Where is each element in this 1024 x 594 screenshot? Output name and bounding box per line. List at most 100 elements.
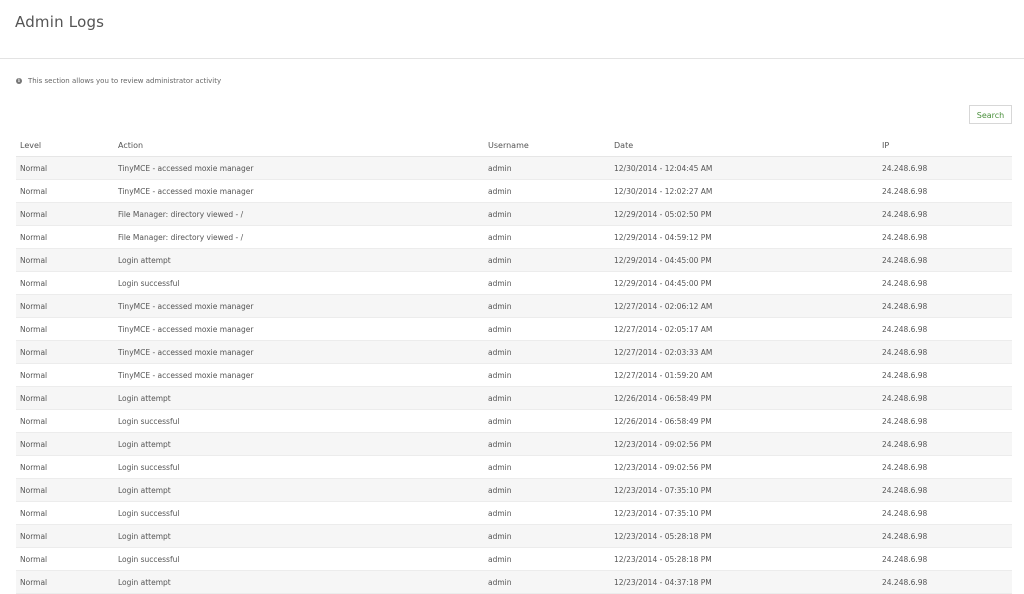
search-button[interactable]: Search (969, 105, 1012, 124)
cell-action: Login attempt (114, 386, 484, 410)
cell-date: 12/27/2014 - 01:59:20 AM (610, 363, 878, 387)
cell-action: TinyMCE - accessed moxie manager (114, 294, 484, 318)
cell-ip: 24.248.6.98 (878, 248, 1012, 272)
cell-ip: 24.248.6.98 (878, 386, 1012, 410)
cell-level: Normal (16, 202, 114, 226)
cell-date: 12/26/2014 - 06:58:49 PM (610, 409, 878, 433)
cell-date: 12/27/2014 - 02:03:33 AM (610, 340, 878, 364)
cell-action: TinyMCE - accessed moxie manager (114, 340, 484, 364)
table-row: Normal Login successful admin 12/23/2014 - … (16, 501, 1012, 525)
cell-username: admin (484, 386, 610, 410)
cell-ip: 24.248.6.98 (878, 202, 1012, 226)
cell-date: 12/23/2014 - 09:02:56 PM (610, 455, 878, 479)
cell-date: 12/27/2014 - 02:06:12 AM (610, 294, 878, 318)
table-row: Normal Login attempt admin 12/23/2014 - 07:… (16, 478, 1012, 502)
cell-username: admin (484, 547, 610, 571)
cell-username: admin (484, 225, 610, 249)
cell-action: Login attempt (114, 524, 484, 548)
info-notice: i This section allows you to review admi… (16, 77, 221, 85)
cell-level: Normal (16, 432, 114, 456)
cell-date: 12/30/2014 - 12:02:27 AM (610, 179, 878, 203)
cell-date: 12/23/2014 - 07:35:10 PM (610, 501, 878, 525)
table-row: Normal Login attempt admin 12/29/2014 - 04:… (16, 248, 1012, 272)
cell-action: TinyMCE - accessed moxie manager (114, 317, 484, 341)
cell-action: File Manager: directory viewed - / (114, 225, 484, 249)
cell-date: 12/30/2014 - 12:04:45 AM (610, 156, 878, 180)
cell-date: 12/26/2014 - 06:58:49 PM (610, 386, 878, 410)
cell-date: 12/23/2014 - 05:28:18 PM (610, 547, 878, 571)
cell-ip: 24.248.6.98 (878, 409, 1012, 433)
cell-ip: 24.248.6.98 (878, 570, 1012, 594)
cell-action: Login successful (114, 547, 484, 571)
cell-level: Normal (16, 340, 114, 364)
cell-username: admin (484, 478, 610, 502)
cell-ip: 24.248.6.98 (878, 547, 1012, 571)
table-row: Normal Login successful admin 12/23/2014 - … (16, 455, 1012, 479)
info-icon: i (16, 78, 22, 84)
table-row: Normal TinyMCE - accessed moxie manager ad… (16, 363, 1012, 387)
cell-username: admin (484, 455, 610, 479)
table-row: Normal Login attempt admin 12/23/2014 - 09:… (16, 432, 1012, 456)
column-header-level[interactable]: Level (16, 134, 114, 157)
cell-ip: 24.248.6.98 (878, 271, 1012, 295)
column-header-action[interactable]: Action (114, 134, 484, 157)
page-header: Admin Logs (0, 0, 1024, 59)
cell-date: 12/29/2014 - 04:45:00 PM (610, 271, 878, 295)
column-header-username[interactable]: Username (484, 134, 610, 157)
cell-level: Normal (16, 524, 114, 548)
cell-username: admin (484, 363, 610, 387)
cell-date: 12/27/2014 - 02:05:17 AM (610, 317, 878, 341)
cell-level: Normal (16, 570, 114, 594)
cell-ip: 24.248.6.98 (878, 478, 1012, 502)
cell-username: admin (484, 409, 610, 433)
cell-level: Normal (16, 547, 114, 571)
cell-username: admin (484, 202, 610, 226)
cell-ip: 24.248.6.98 (878, 524, 1012, 548)
cell-level: Normal (16, 271, 114, 295)
cell-action: Login attempt (114, 570, 484, 594)
table-row: Normal Login successful admin 12/26/2014 - … (16, 409, 1012, 433)
table-row: Normal Login attempt admin 12/23/2014 - 04:… (16, 570, 1012, 594)
cell-date: 12/29/2014 - 05:02:50 PM (610, 202, 878, 226)
cell-action: TinyMCE - accessed moxie manager (114, 179, 484, 203)
table-header-row: Level Action Username Date IP (16, 134, 1012, 157)
column-header-ip[interactable]: IP (878, 134, 1012, 157)
table-row: Normal TinyMCE - accessed moxie manager ad… (16, 317, 1012, 341)
table-row: Normal Login successful admin 12/29/2014 - … (16, 271, 1012, 295)
cell-action: Login attempt (114, 478, 484, 502)
cell-level: Normal (16, 386, 114, 410)
cell-level: Normal (16, 409, 114, 433)
cell-ip: 24.248.6.98 (878, 432, 1012, 456)
cell-action: Login attempt (114, 432, 484, 456)
column-header-date[interactable]: Date (610, 134, 878, 157)
cell-username: admin (484, 317, 610, 341)
cell-level: Normal (16, 248, 114, 272)
table-row: Normal Login attempt admin 12/23/2014 - 05:… (16, 524, 1012, 548)
cell-level: Normal (16, 478, 114, 502)
table-row: Normal Login successful admin 12/23/2014 - … (16, 547, 1012, 571)
table-row: Normal TinyMCE - accessed moxie manager ad… (16, 340, 1012, 364)
cell-action: TinyMCE - accessed moxie manager (114, 363, 484, 387)
cell-level: Normal (16, 179, 114, 203)
cell-username: admin (484, 570, 610, 594)
cell-action: Login successful (114, 409, 484, 433)
cell-ip: 24.248.6.98 (878, 340, 1012, 364)
cell-username: admin (484, 248, 610, 272)
cell-username: admin (484, 501, 610, 525)
table-row: Normal File Manager: directory viewed - /… (16, 225, 1012, 249)
cell-action: File Manager: directory viewed - / (114, 202, 484, 226)
cell-ip: 24.248.6.98 (878, 294, 1012, 318)
cell-action: Login successful (114, 501, 484, 525)
cell-level: Normal (16, 317, 114, 341)
cell-level: Normal (16, 501, 114, 525)
cell-date: 12/29/2014 - 04:45:00 PM (610, 248, 878, 272)
cell-ip: 24.248.6.98 (878, 225, 1012, 249)
cell-date: 12/23/2014 - 07:35:10 PM (610, 478, 878, 502)
cell-ip: 24.248.6.98 (878, 317, 1012, 341)
table-row: Normal Login attempt admin 12/26/2014 - 06:… (16, 386, 1012, 410)
table-row: Normal TinyMCE - accessed moxie manager ad… (16, 156, 1012, 180)
cell-action: TinyMCE - accessed moxie manager (114, 156, 484, 180)
cell-username: admin (484, 156, 610, 180)
cell-date: 12/29/2014 - 04:59:12 PM (610, 225, 878, 249)
cell-level: Normal (16, 455, 114, 479)
